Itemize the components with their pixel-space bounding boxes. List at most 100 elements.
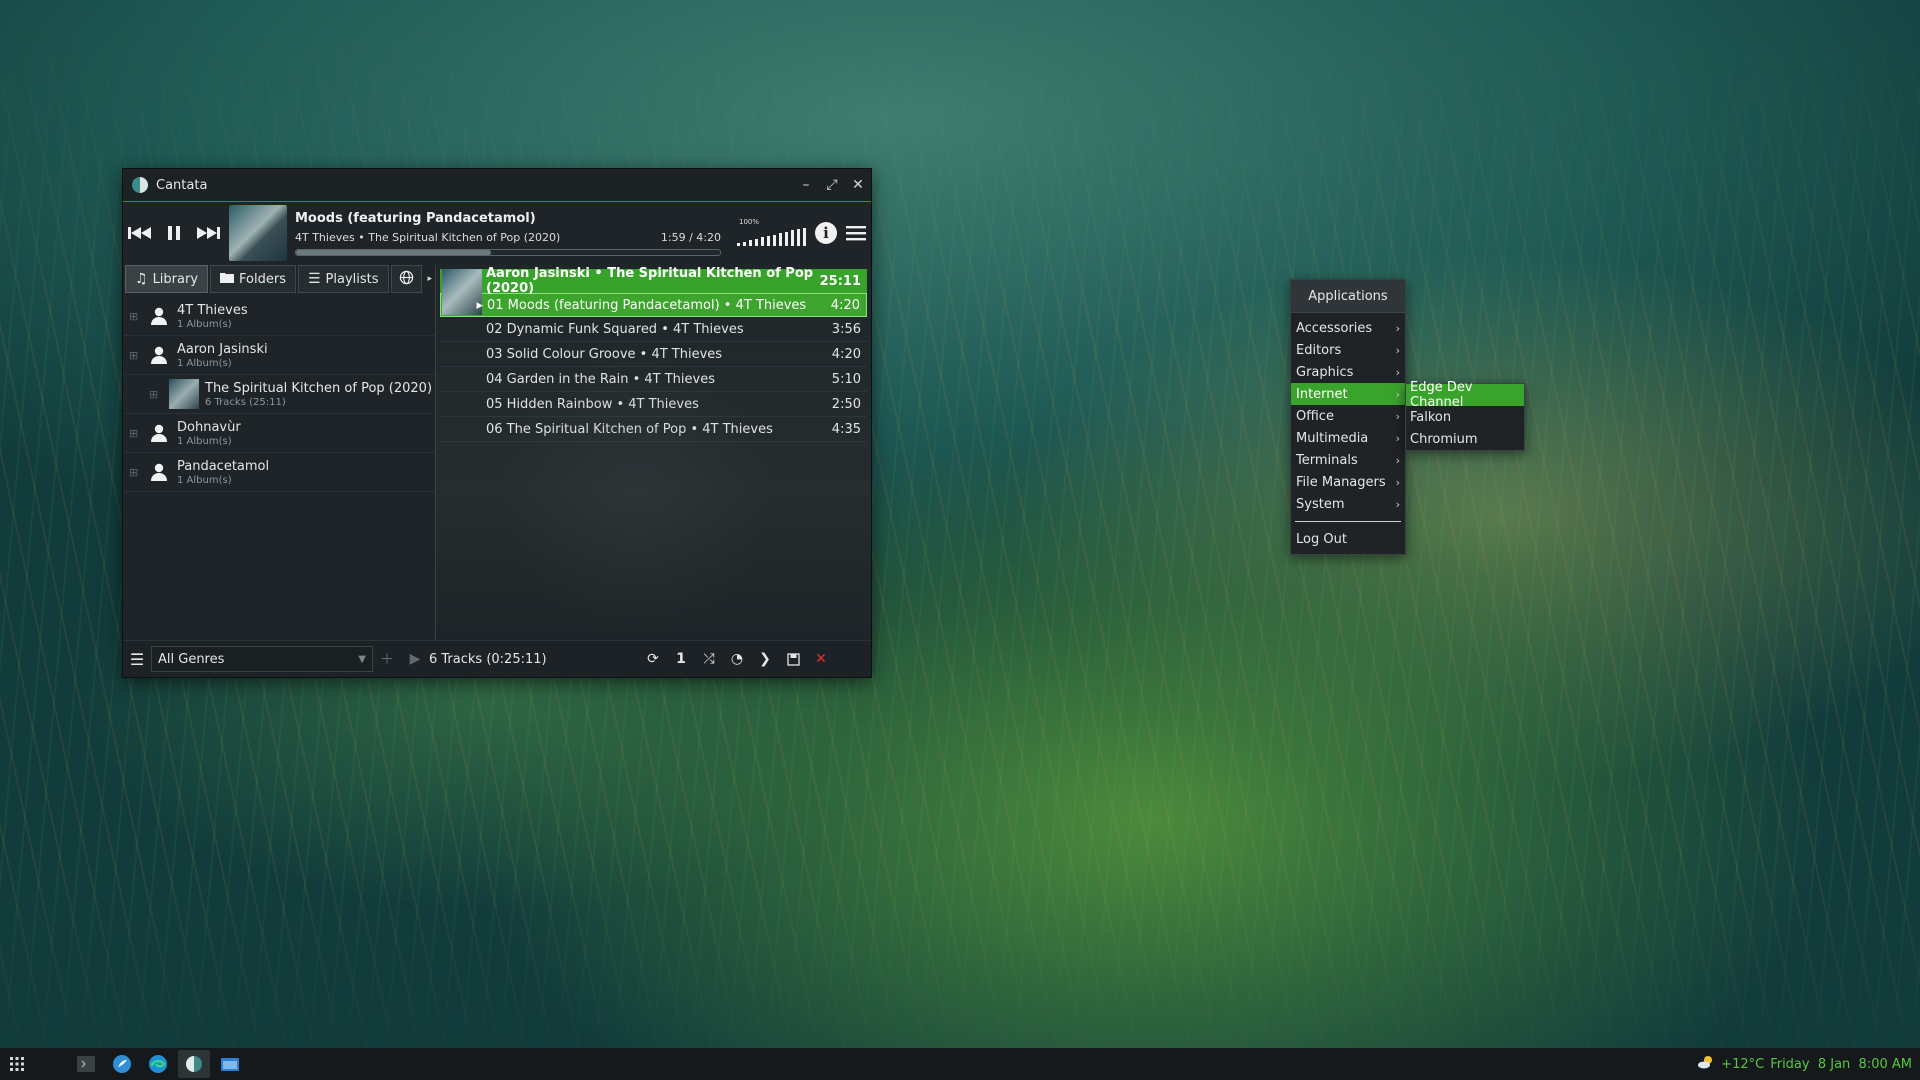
library-row-text: The Spiritual Kitchen of Pop (2020) 6 Tra… [205, 381, 432, 408]
playqueue-row[interactable]: 03 Solid Colour Groove • 4T Thieves 4:20 [440, 342, 867, 367]
menu-item-label: Edge Dev Channel [1410, 380, 1473, 410]
menu-item-system[interactable]: System › [1291, 493, 1405, 515]
menu-item-multimedia[interactable]: Multimedia › [1291, 427, 1405, 449]
person-icon [147, 343, 171, 367]
shuffle-icon[interactable]: ⤮ [695, 651, 723, 667]
tab-playlists[interactable]: ☰ Playlists [297, 265, 389, 293]
cantata-taskbar-icon[interactable] [178, 1050, 210, 1078]
music-note-icon: ♫ [135, 271, 148, 287]
expand-icon[interactable]: ⊞ [129, 466, 143, 479]
volume-bar [791, 230, 794, 246]
menu-item-terminals[interactable]: Terminals › [1291, 449, 1405, 471]
chevron-down-icon: ▼ [358, 653, 366, 665]
terminal-taskbar-icon[interactable] [70, 1050, 102, 1078]
playqueue-row[interactable]: 02 Dynamic Funk Squared • 4T Thieves 3:56 [440, 317, 867, 342]
pause-icon[interactable] [157, 216, 191, 250]
playqueue-row[interactable]: ▸ 01 Moods (featuring Pandacetamol) • 4T … [440, 293, 867, 317]
minimize-icon[interactable]: – [793, 172, 819, 198]
track-label: 05 Hidden Rainbow • 4T Thieves [486, 396, 699, 412]
app-launcher-icon[interactable] [0, 1057, 34, 1071]
add-icon[interactable]: ＋ [373, 649, 401, 669]
menu-item-office[interactable]: Office › [1291, 405, 1405, 427]
tab-folders[interactable]: Folders [210, 265, 296, 293]
menu-item-log-out[interactable]: Log Out [1291, 528, 1405, 550]
chevron-right-icon[interactable]: ❯ [751, 651, 779, 667]
weather-temperature[interactable]: +12°C [1721, 1057, 1764, 1072]
view-tabs: ♫ Library Folders ☰ Playlists ▸ [123, 265, 435, 293]
menu-item-label: Office [1296, 408, 1334, 424]
taskbar: +12°C Friday 8 Jan 8:00 AM [0, 1048, 1920, 1080]
chevron-right-icon: › [1395, 365, 1400, 379]
volume-bar [785, 231, 788, 246]
file-manager-taskbar-icon[interactable] [214, 1050, 246, 1078]
library-album-row[interactable]: ⊞ The Spiritual Kitchen of Pop (2020) 6 Tr… [123, 375, 435, 414]
library-artist-row[interactable]: ⊞ 4T Thieves 1 Album(s) [123, 297, 435, 336]
menu-item-label: Chromium [1410, 431, 1478, 447]
library-artist-row[interactable]: ⊞ Aaron Jasinski 1 Album(s) [123, 336, 435, 375]
library-artist-row[interactable]: ⊞ Pandacetamol 1 Album(s) [123, 453, 435, 492]
menu-item-label: Falkon [1410, 409, 1452, 425]
volume-bar [737, 243, 740, 246]
library-row-name: The Spiritual Kitchen of Pop (2020) [205, 380, 433, 396]
maximize-icon[interactable]: ⤢ [819, 172, 845, 198]
repeat-icon[interactable]: ⟳ [639, 651, 667, 667]
expand-icon[interactable]: ⊞ [129, 427, 143, 440]
playqueue-album-header[interactable]: Aaron Jasinski • The Spiritual Kitchen o… [440, 266, 867, 315]
track-label: 02 Dynamic Funk Squared • 4T Thieves [486, 321, 744, 337]
tab-folders-label: Folders [239, 271, 286, 287]
hamburger-icon[interactable]: ☰ [123, 650, 151, 669]
genre-select[interactable]: All Genres ▼ [151, 646, 373, 672]
album-thumbnail [169, 379, 199, 409]
library-row-text: Aaron Jasinski 1 Album(s) [177, 342, 268, 369]
track-duration: 2:50 [831, 396, 861, 412]
falkon-taskbar-icon[interactable] [106, 1050, 138, 1078]
tab-internet[interactable] [390, 265, 422, 293]
chevron-right-icon: › [1395, 431, 1400, 445]
next-track-icon[interactable] [191, 216, 225, 250]
track-duration: 3:56 [831, 321, 861, 337]
more-tabs-icon[interactable]: ▸ [428, 274, 433, 284]
chevron-right-icon: › [1395, 387, 1400, 401]
menu-item-file-managers[interactable]: File Managers › [1291, 471, 1405, 493]
clear-icon[interactable]: ✕ [807, 651, 835, 667]
menu-separator [1295, 521, 1401, 522]
play-icon[interactable]: ▶ [401, 651, 429, 667]
expand-icon[interactable]: ⊞ [129, 310, 143, 323]
clock[interactable]: Friday 8 Jan 8:00 AM [1770, 1057, 1912, 1072]
player-bar: Moods (featuring Pandacetamol) 4T Thieve… [123, 202, 871, 264]
playqueue-row[interactable]: 05 Hidden Rainbow • 4T Thieves 2:50 [440, 392, 867, 417]
playqueue-row[interactable]: 04 Garden in the Rain • 4T Thieves 5:10 [440, 367, 867, 392]
library-row-name: Dohnavùr [177, 419, 241, 435]
playqueue-row[interactable]: 06 The Spiritual Kitchen of Pop • 4T Thi… [440, 417, 867, 442]
close-icon[interactable]: ✕ [845, 172, 871, 198]
edge-taskbar-icon[interactable] [142, 1050, 174, 1078]
menu-item-internet[interactable]: Internet › [1291, 383, 1405, 405]
menu-item-label: Multimedia [1296, 430, 1369, 446]
library-artist-row[interactable]: ⊞ Dohnavùr 1 Album(s) [123, 414, 435, 453]
menu-item-graphics[interactable]: Graphics › [1291, 361, 1405, 383]
previous-track-icon[interactable] [123, 216, 157, 250]
save-icon[interactable] [779, 652, 807, 666]
single-icon[interactable]: 1 [667, 651, 695, 667]
menu-item-accessories[interactable]: Accessories › [1291, 317, 1405, 339]
consume-icon[interactable]: ◔ [723, 651, 751, 667]
chevron-right-icon: › [1395, 321, 1400, 335]
menu-item-editors[interactable]: Editors › [1291, 339, 1405, 361]
expand-icon[interactable]: ⊞ [149, 388, 163, 401]
info-icon[interactable]: i [811, 218, 841, 248]
window-titlebar[interactable]: Cantata – ⤢ ✕ [123, 169, 871, 202]
volume-bar [803, 227, 806, 246]
album-cover[interactable] [229, 205, 287, 261]
library-row-text: Pandacetamol 1 Album(s) [177, 459, 269, 486]
expand-icon[interactable]: ⊞ [129, 349, 143, 362]
seek-slider[interactable] [295, 249, 721, 256]
submenu-item-chromium[interactable]: Chromium [1406, 428, 1524, 450]
main-menu-icon[interactable] [841, 218, 871, 248]
volume-control[interactable]: 100% [733, 218, 811, 248]
applications-menu-items: Accessories › Editors › Graphics › Internet › Of… [1291, 317, 1405, 515]
tab-library[interactable]: ♫ Library [125, 265, 209, 293]
submenu-item-edge-dev-channel[interactable]: Edge Dev Channel [1406, 380, 1524, 410]
folder-icon [220, 271, 235, 287]
library-tree: ⊞ 4T Thieves 1 Album(s) ⊞ Aaron Jasinski 1 Al… [123, 293, 435, 492]
weather-icon[interactable] [1697, 1055, 1715, 1073]
